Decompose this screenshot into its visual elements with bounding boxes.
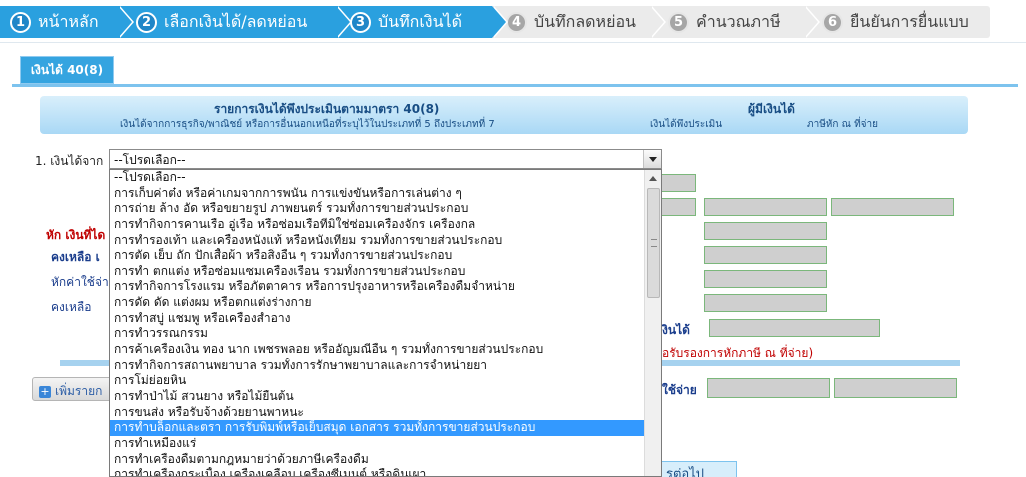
expense-total-field[interactable]: [834, 378, 957, 398]
dropdown-option[interactable]: การทำ ตกแต่ง หรือซ่อมแซมเครื่องเรือน รวม…: [110, 264, 661, 280]
expense-total-field[interactable]: [707, 378, 830, 398]
dropdown-option[interactable]: การค้าเครื่องเงิน ทอง นาก เพชรพลอย หรืออ…: [110, 342, 661, 358]
step-number: 2: [136, 11, 157, 33]
add-item-button[interactable]: + เพิ่มรายก: [32, 377, 112, 401]
income-type-dropdown-list[interactable]: --โปรดเลือก-- การเก็บค่าต๋ง หรือค่าเกมจาก…: [109, 169, 662, 477]
dropdown-option[interactable]: การทำเหมืองแร่: [110, 436, 661, 452]
amount-field[interactable]: [704, 246, 827, 264]
amount-field[interactable]: [704, 198, 827, 216]
dropdown-option[interactable]: การทำกิจการสถานพยาบาล รวมทั้งการรักษาพยา…: [110, 358, 661, 374]
dropdown-option[interactable]: การดัด ดัด แต่งผม หรือตกแต่งร่างกาย: [110, 295, 661, 311]
expense-label: หักค่าใช้จ่า: [51, 275, 109, 289]
add-button-label: เพิ่มรายก: [55, 384, 103, 398]
step-label: คำนวณภาษี: [696, 11, 781, 31]
dropdown-option[interactable]: การทำสบู่ แชมพู หรือเครื่องสำอาง: [110, 311, 661, 327]
dropdown-option[interactable]: การเก็บค่าต๋ง หรือค่าเกมจากการพนัน การแข…: [110, 186, 661, 202]
step-number: 4: [506, 11, 527, 33]
amount-field[interactable]: [660, 174, 696, 192]
expense-right-label: ใช้จ่าย: [662, 383, 697, 397]
step-3[interactable]: 3 บันทึกเงินได้: [336, 6, 508, 38]
remain2-label: คงเหลือ: [51, 300, 92, 314]
dropdown-option[interactable]: การทำบล็อกและตรา การรับพิมพ์หรือเย็บสมุด…: [110, 420, 661, 436]
chevron-down-icon[interactable]: [643, 150, 661, 168]
divider: [0, 42, 1026, 43]
amount-field[interactable]: [704, 222, 827, 240]
plus-icon: +: [39, 385, 51, 398]
section-subtitle: เงินได้จากการธุรกิจ/พาณิชย์ หรือการอื่นน…: [120, 119, 495, 130]
dropdown-option[interactable]: การทำกิจการโรงแรม หรือภัตตาคาร หรือการปร…: [110, 279, 661, 295]
dropdown-option[interactable]: การทำเครื่องกระเบื้อง เครื่องเคลือบ เครื…: [110, 467, 661, 476]
tax-form-page: 1 หน้าหลัก 2 เลือกเงินได้/ลดหย่อน 3 บันท…: [0, 0, 1026, 477]
payer-title: ผู้มีเงินได้: [748, 102, 795, 116]
dropdown-option[interactable]: การถ่าย ล้าง อัด หรือขยายรูป ภาพยนตร์ รว…: [110, 201, 661, 217]
step-label: เลือกเงินได้/ลดหย่อน: [164, 11, 308, 31]
dropdown-option[interactable]: การทำป่าไม้ สวนยาง หรือไม้ยืนต้น: [110, 389, 661, 405]
amount-field[interactable]: [704, 270, 827, 288]
income-right-label: งินได้: [662, 323, 690, 337]
dropdown-option[interactable]: การทำเครื่องดื่มตามกฎหมายว่าด้วยภาษีเครื…: [110, 452, 661, 468]
step-number: 5: [668, 11, 689, 33]
dropdown-option[interactable]: การทำกิจการคานเรือ อู่เรือ หรือซ่อมเรือท…: [110, 217, 661, 233]
tab-income-40-8[interactable]: เงินได้ 40(8): [20, 56, 114, 84]
step-label: บันทึกลดหย่อน: [534, 11, 636, 31]
income-type-select[interactable]: --โปรดเลือก--: [109, 149, 662, 169]
deduct-label: หัก เงินที่ได: [46, 228, 106, 242]
progress-stepper: 1 หน้าหลัก 2 เลือกเงินได้/ลดหย่อน 3 บันท…: [0, 6, 990, 38]
dropdown-option[interactable]: การทำวรรณกรรม: [110, 326, 661, 342]
step-number: 6: [822, 11, 843, 33]
scroll-thumb[interactable]: [647, 188, 660, 298]
section-header: รายการเงินได้พึงประเมินตามมาตรา 40(8) เง…: [40, 96, 968, 134]
step-5[interactable]: 5 คำนวณภาษี: [650, 6, 820, 38]
amount-field[interactable]: [704, 294, 827, 312]
amount-field[interactable]: [831, 198, 954, 216]
amount-field[interactable]: [660, 198, 696, 216]
dropdown-option[interactable]: การทำรองเท้า และเครื่องหนังแท้ หรือหนังเ…: [110, 233, 661, 249]
select-value: --โปรดเลือก--: [114, 153, 186, 167]
step-number: 3: [350, 11, 371, 33]
step-label: ยืนยันการยื่นแบบ: [850, 11, 969, 31]
remain-label: คงเหลือ เ: [51, 250, 100, 264]
column-withheld: ภาษีหัก ณ ที่จ่าย: [807, 119, 879, 130]
scroll-up-icon[interactable]: [645, 170, 661, 186]
step-label: หน้าหลัก: [38, 11, 99, 31]
total-income-field[interactable]: [709, 319, 880, 337]
dropdown-options: --โปรดเลือก-- การเก็บค่าต๋ง หรือค่าเกมจาก…: [110, 170, 661, 476]
step-1[interactable]: 1 หน้าหลัก: [0, 6, 134, 38]
step-number: 1: [10, 11, 31, 33]
step-label: บันทึกเงินได้: [378, 11, 462, 31]
income-from-label: 1. เงินได้จาก: [35, 154, 104, 168]
dropdown-option[interactable]: การขนส่ง หรือรับจ้างด้วยยานพาหนะ: [110, 405, 661, 421]
column-income: เงินได้พึงประเมิน: [650, 119, 723, 130]
step-2[interactable]: 2 เลือกเงินได้/ลดหย่อน: [118, 6, 352, 38]
dropdown-option[interactable]: --โปรดเลือก--: [110, 170, 661, 186]
next-button[interactable]: รต่อไป: [655, 461, 737, 477]
dropdown-option[interactable]: การตัด เย็บ ถัก ปักเสื้อผ้า หรือสิ่งอื่น…: [110, 248, 661, 264]
step-6[interactable]: 6 ยืนยันการยื่นแบบ: [804, 6, 990, 38]
dropdown-option[interactable]: การโม่ย่อยหิน: [110, 373, 661, 389]
step-4[interactable]: 4 บันทึกลดหย่อน: [492, 6, 666, 38]
dropdown-scrollbar[interactable]: [644, 170, 661, 476]
